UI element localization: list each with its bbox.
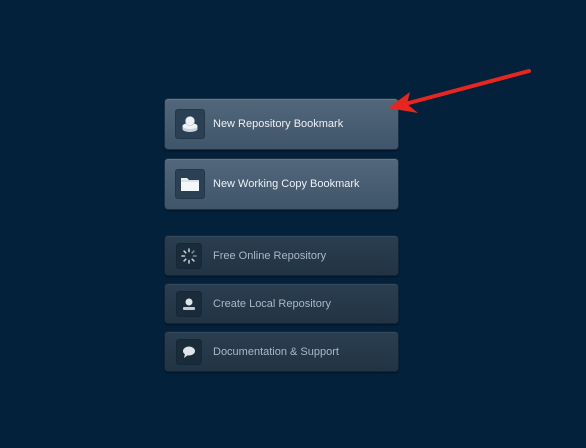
annotation-arrow: [388, 69, 531, 113]
welcome-panel: New Repository Bookmark New Working Copy…: [0, 0, 586, 448]
